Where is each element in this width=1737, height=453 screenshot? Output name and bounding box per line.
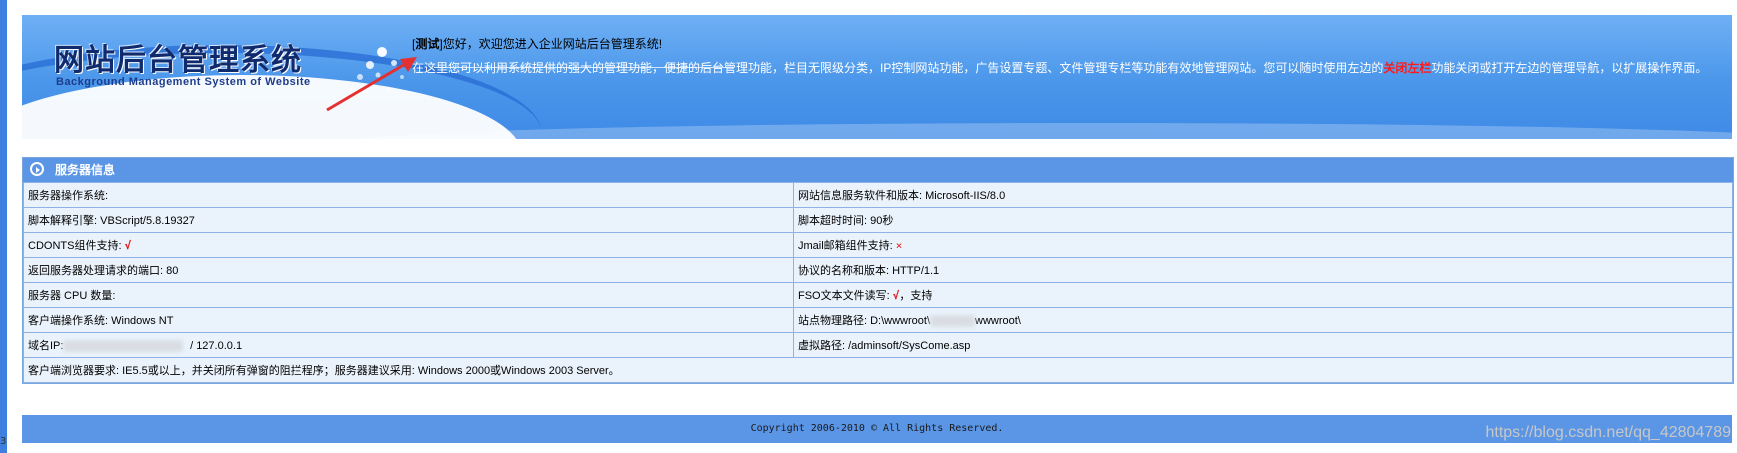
server-info-table: 服务器操作系统: 网站信息服务软件和版本: Microsoft-IIS/8.0 … [23,182,1733,383]
redacted-blur [63,340,184,352]
welcome-message: [测试]您好，欢迎您进入企业网站后台管理系统! [412,37,663,51]
script-engine: 脚本解释引擎: VBScript/5.8.19327 [23,207,794,233]
panel-header: 服务器信息 [23,158,1733,182]
server-info-panel: 服务器信息 服务器操作系统: 网站信息服务软件和版本: Microsoft-II… [22,157,1734,384]
fso-support: FSO文本文件读写: √，支持 [793,282,1733,308]
virtual-path: 虚拟路径: /adminsoft/SysCome.asp [793,332,1733,358]
header-banner: 网站后台管理系统 Background Management System of… [22,15,1732,139]
table-row: 域名IP: / 127.0.0.1 虚拟路径: /adminsoft/SysCo… [23,332,1733,358]
left-frame-edge [0,0,7,453]
intro-text: 在这里您可以利用系统提供的强大的管理功能，便捷的后台管理功能，栏目无限级分类，I… [412,61,1708,75]
server-os: 服务器操作系统: [23,182,794,208]
table-row: 客户端操作系统: Windows NT 站点物理路径: D:\wwwroot\ w… [23,307,1733,333]
cdonts-support: CDONTS组件支持: √ [23,232,794,258]
client-os: 客户端操作系统: Windows NT [23,307,794,333]
check-icon: √ [124,239,132,252]
script-timeout: 脚本超时时间: 90秒 [793,207,1733,233]
table-row: 脚本解释引擎: VBScript/5.8.19327 脚本超时时间: 90秒 [23,207,1733,233]
logo-subtitle: Background Management System of Website [56,76,311,88]
table-row: 客户端浏览器要求: IE5.5或以上，并关闭所有弹窗的阻拦程序；服务器建议采用:… [23,357,1733,383]
panel-title: 服务器信息 [55,163,116,177]
watermark: https://blog.csdn.net/qq_42804789 [1485,424,1731,441]
browser-requirement: 客户端浏览器要求: IE5.5或以上，并关闭所有弹窗的阻拦程序；服务器建议采用:… [23,357,1733,383]
server-port: 返回服务器处理请求的端口: 80 [23,257,794,283]
cross-icon: × [895,239,903,252]
corner-digit: 3 [0,436,7,447]
web-server-software: 网站信息服务软件和版本: Microsoft-IIS/8.0 [793,182,1733,208]
table-row: 服务器操作系统: 网站信息服务软件和版本: Microsoft-IIS/8.0 [23,182,1733,208]
redacted-blur [930,315,976,327]
circle-arrow-icon [30,162,44,176]
cpu-count: 服务器 CPU 数量: [23,282,794,308]
table-row: 返回服务器处理请求的端口: 80 协议的名称和版本: HTTP/1.1 [23,257,1733,283]
table-row: 服务器 CPU 数量: FSO文本文件读写: √，支持 [23,282,1733,308]
domain-ip: 域名IP: / 127.0.0.1 [23,332,794,358]
username: 测试 [415,37,440,51]
jmail-support: Jmail邮箱组件支持: × [793,232,1733,258]
logo-title: 网站后台管理系统 [54,43,302,78]
protocol-version: 协议的名称和版本: HTTP/1.1 [793,257,1733,283]
close-left-panel-link[interactable]: 关闭左栏 [1383,61,1431,75]
red-arrow-icon [326,57,417,112]
physical-path: 站点物理路径: D:\wwwroot\ wwwroot\ [793,307,1733,333]
table-row: CDONTS组件支持: √ Jmail邮箱组件支持: × [23,232,1733,258]
footer-copyright: Copyright 2006-2010 © All Rights Reserve… [22,415,1732,443]
